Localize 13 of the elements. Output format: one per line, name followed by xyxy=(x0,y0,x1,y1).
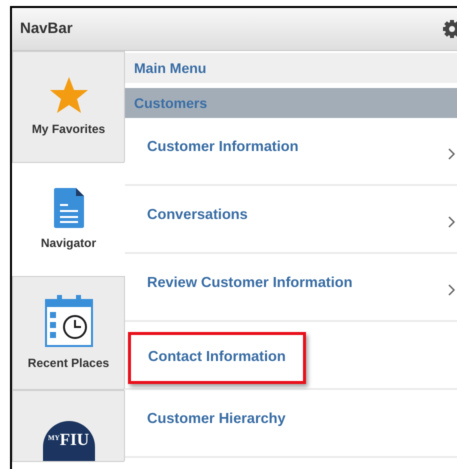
document-icon xyxy=(54,188,84,228)
settings-icon[interactable] xyxy=(442,19,457,39)
navigation-tab[interactable]: Recent Places xyxy=(12,276,125,390)
menu-item-link[interactable]: Contact Information xyxy=(128,332,306,384)
menu-item-link[interactable]: Review Customer Information xyxy=(147,273,352,295)
menu-item-link[interactable]: Customer Information xyxy=(147,137,298,159)
menu-item-link[interactable]: Customer Hierarchy xyxy=(147,409,286,431)
navbar-title: NavBar xyxy=(20,18,73,39)
calendar-clock-icon xyxy=(44,294,92,348)
navigation-tab[interactable]: My Favorites xyxy=(12,51,125,163)
star-icon xyxy=(48,76,88,114)
menu-item-link[interactable]: Conversations xyxy=(147,205,248,227)
breadcrumb-item[interactable]: Main Menu xyxy=(125,53,457,83)
